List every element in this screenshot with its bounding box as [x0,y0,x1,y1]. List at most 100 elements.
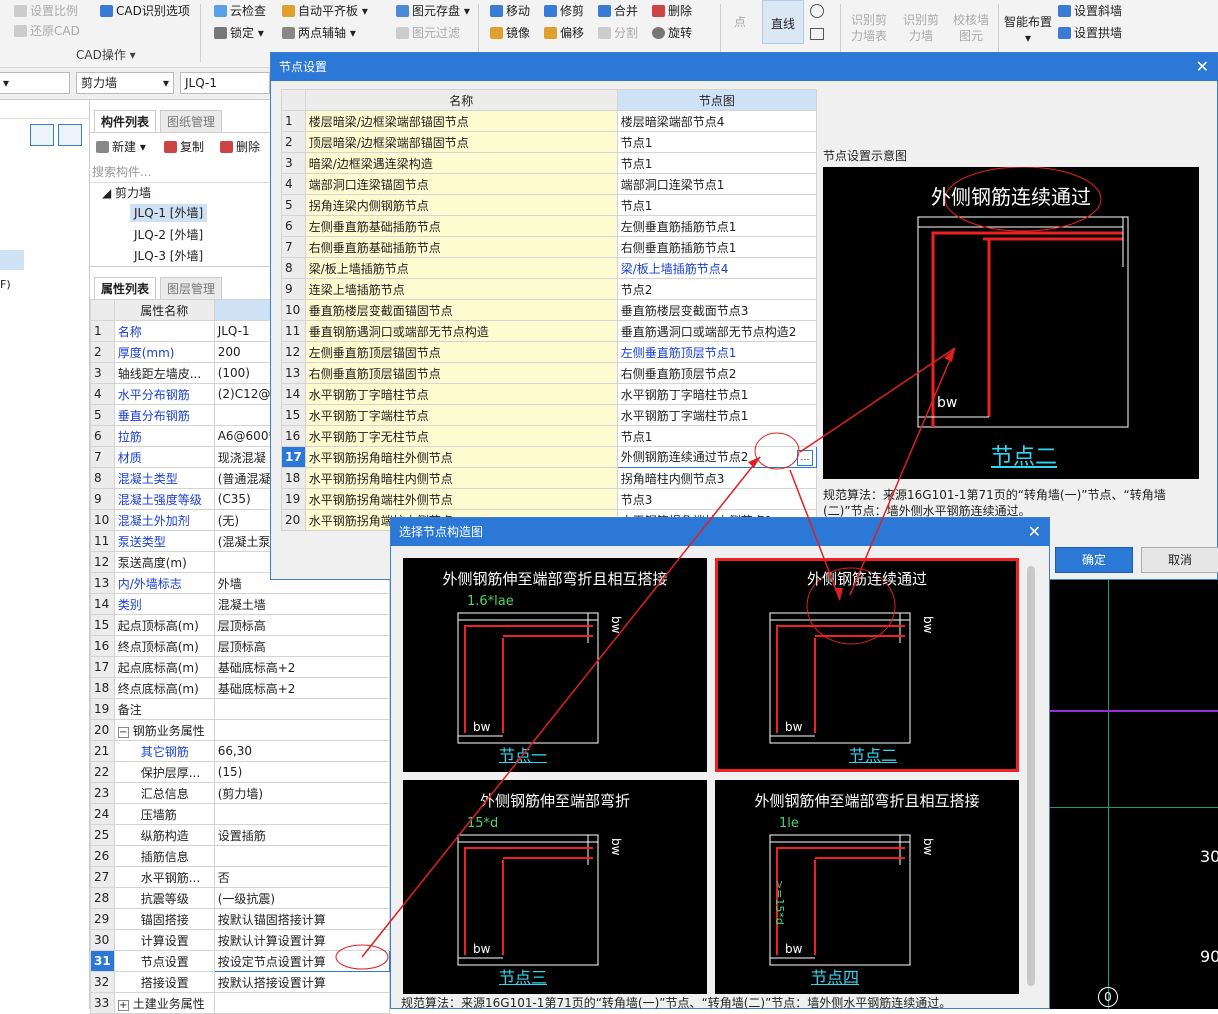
node-row-value[interactable]: 节点1 [616,194,818,216]
scrollbar[interactable] [1027,566,1035,986]
attr-row-value[interactable]: (一级抗震) [213,887,391,909]
node-row[interactable]: 7 右侧垂直筋基础插筋节点 右侧垂直筋插筋节点1 [281,236,818,258]
attr-row-value[interactable]: 按默认搭接设置计算 [213,971,391,993]
tab-attr-list[interactable]: 属性列表 [94,277,157,299]
node-row-value[interactable]: 楼层暗梁端部节点4 [616,110,818,132]
rotate-button[interactable]: 旋转 [652,24,692,42]
node-row-value[interactable]: 右侧垂直筋插筋节点1 [616,236,818,258]
node-row[interactable]: 12 左侧垂直筋顶层锚固节点 左侧垂直筋顶层节点1 [281,341,818,363]
attr-row[interactable]: 31 节点设置 按设定节点设置计算 [90,950,391,972]
cloud-check-button[interactable]: 云检查 [214,2,266,20]
tab-layer-mgmt[interactable]: 图层管理 [160,277,223,299]
node-row-value[interactable]: 左侧垂直筋插筋节点1 [616,215,818,237]
attr-row[interactable]: 24 压墙筋 [90,803,391,825]
node-row[interactable]: 3 暗梁/边框梁遇连梁构造 节点1 [281,152,818,174]
tab-component-list[interactable]: 构件列表 [94,110,157,132]
attr-row-value[interactable]: (剪力墙) [213,782,391,804]
attr-row[interactable]: 19 备注 [90,698,391,720]
smart-layout-button[interactable]: 智能布置 ▾ [1004,14,1052,46]
attr-row-value[interactable]: 层顶标高 [213,614,391,636]
set-arch-wall-button[interactable]: 设置拱墙 [1058,24,1122,42]
node-row[interactable]: 18 水平钢筋拐角暗柱内侧节点 拐角暗柱内侧节点3 [281,467,818,489]
attr-row-value[interactable]: 设置插筋 [213,824,391,846]
attr-row[interactable]: 22 保护层厚... (15) [90,761,391,783]
attr-row[interactable]: 32 搭接设置 按默认搭接设置计算 [90,971,391,993]
delete-comp-button[interactable]: 删除 [220,138,260,156]
circle-icon[interactable] [810,4,824,18]
attr-row[interactable]: 23 汇总信息 (剪力墙) [90,782,391,804]
close-icon[interactable]: ✕ [1028,518,1041,546]
node-row-value[interactable]: 节点1 [616,152,818,174]
attr-row-value[interactable] [213,845,391,867]
attr-row-value[interactable]: 基础底标高+2 [213,677,391,699]
recog-wall-button[interactable]: 识别剪力墙 [898,12,944,44]
node-row[interactable]: 19 水平钢筋拐角端柱外侧节点 节点3 [281,488,818,510]
ok-button[interactable]: 确定 [1055,547,1133,573]
attr-row-value[interactable]: 按默认计算设置计算 [213,929,391,951]
node-row[interactable]: 4 端部洞口连梁锚固节点 端部洞口连梁节点1 [281,173,818,195]
node-row[interactable]: 16 水平钢筋丁字无柱节点 节点1 [281,425,818,447]
type-combo[interactable]: 剪力墙 ▾ [76,72,174,94]
close-icon[interactable]: ✕ [1196,53,1209,81]
attr-row[interactable]: 17 起点底标高(m) 基础底标高+2 [90,656,391,678]
node-row-value[interactable]: 节点3 [616,488,818,510]
split-button[interactable]: 分割 [598,24,638,42]
tree-root[interactable]: ◢ 剪力墙 [102,184,151,202]
node-row-value[interactable]: 右侧垂直筋顶层节点2 [616,362,818,384]
node-row[interactable]: 1 楼层暗梁/边框梁端部锚固节点 楼层暗梁端部节点4 [281,110,818,132]
list-view-icon[interactable] [30,124,54,146]
lock-button[interactable]: 锁定 ▾ [214,24,264,42]
attr-row-value[interactable]: 层顶标高 [213,635,391,657]
attr-row[interactable]: 33 + 土建业务属性 [90,992,391,1014]
attr-row[interactable]: 27 水平钢筋... 否 [90,866,391,888]
attr-row-value[interactable] [213,803,391,825]
set-scale-button[interactable]: 设置比例 [14,2,78,20]
auto-align-slab-button[interactable]: 自动平齐板 ▾ [282,2,368,20]
attr-row-value[interactable]: 按默认锚固搭接计算 [213,908,391,930]
attr-row-value[interactable] [213,698,391,720]
attr-row-value[interactable]: 基础底标高+2 [213,656,391,678]
node-row[interactable]: 6 左侧垂直筋基础插筋节点 左侧垂直筋插筋节点1 [281,215,818,237]
node-row[interactable]: 2 顶层暗梁/边框梁端部锚固节点 节点1 [281,131,818,153]
attr-row-value[interactable] [213,719,391,741]
attr-row[interactable]: 20− 钢筋业务属性 [90,719,391,741]
offset-button[interactable]: 偏移 [544,24,584,42]
delete-button[interactable]: 删除 [652,2,692,20]
node-row[interactable]: 10 垂直筋楼层变截面锚固节点 垂直筋楼层变截面节点3 [281,299,818,321]
attr-row[interactable]: 28 抗震等级 (一级抗震) [90,887,391,909]
move-button[interactable]: 移动 [490,2,530,20]
left-nav-selected[interactable] [0,250,24,270]
line-button[interactable]: 直线 [762,0,804,44]
node-row-value[interactable]: 梁/板上墙插筋节点4 [616,257,818,279]
node-row[interactable]: 13 右侧垂直筋顶层锚固节点 右侧垂直筋顶层节点2 [281,362,818,384]
two-point-axis-button[interactable]: 两点辅轴 ▾ [282,24,356,42]
attr-row-value[interactable]: 按设定节点设置计算 [213,950,391,972]
attr-row[interactable]: 29 锚固搭接 按默认锚固搭接计算 [90,908,391,930]
merge-button[interactable]: 合并 [598,2,638,20]
tree-item-jlq3[interactable]: JLQ-3 [外墙] [134,247,203,265]
attr-row-value[interactable]: 否 [213,866,391,888]
attr-row[interactable]: 30 计算设置 按默认计算设置计算 [90,929,391,951]
point-button[interactable]: 点 [734,14,746,30]
tab-drawing-mgmt[interactable]: 图纸管理 [160,110,223,132]
attr-row[interactable]: 25 纵筋构造 设置插筋 [90,824,391,846]
floor-combo[interactable]: ▾ [0,72,70,94]
save-element-button[interactable]: 图元存盘 ▾ [396,2,470,20]
attr-row[interactable]: 16 终点顶标高(m) 层顶标高 [90,635,391,657]
attr-row[interactable]: 26 插筋信息 [90,845,391,867]
node-row[interactable]: 17 水平钢筋拐角暗柱外侧节点 外侧钢筋连续通过节点2… [281,446,818,468]
node-option-2[interactable]: 外侧钢筋连续通过 bw bw 节点二 [715,558,1019,772]
cad-canvas[interactable]: 300 900 0 [1050,575,1218,1009]
attr-row[interactable]: 21 其它钢筋 66,30 [90,740,391,762]
node-option-3[interactable]: 外侧钢筋伸至端部弯折 15*d bw bw 节点三 [403,780,707,994]
node-row-value[interactable]: 水平钢筋丁字暗柱节点1 [616,383,818,405]
node-row[interactable]: 8 梁/板上墙插筋节点 梁/板上墙插筋节点4 [281,257,818,279]
grid-view-icon[interactable] [58,124,82,146]
node-row[interactable]: 11 垂直钢筋遇洞口或端部无节点构造 垂直筋遇洞口或端部无节点构造2 [281,320,818,342]
node-row-value[interactable]: 水平钢筋丁字端柱节点1 [616,404,818,426]
node-row-value[interactable]: 节点1 [616,131,818,153]
node-row-value[interactable]: 节点2 [616,278,818,300]
component-search-input[interactable]: 搜索构件... [92,162,272,182]
attr-row-value[interactable]: (15) [213,761,391,783]
name-combo[interactable]: JLQ-1 [180,72,270,94]
